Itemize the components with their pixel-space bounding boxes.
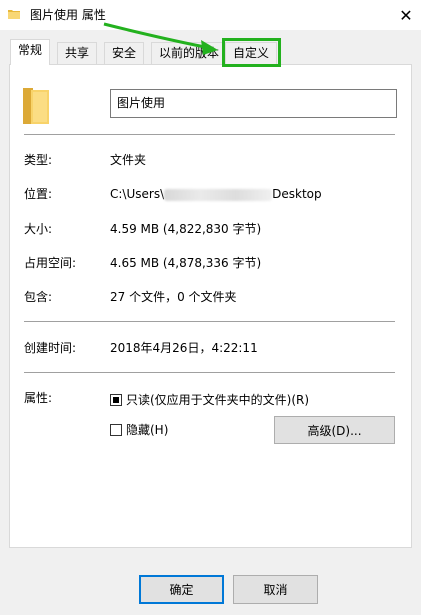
hidden-checkbox[interactable] [110,424,122,436]
readonly-label[interactable]: 只读(仅应用于文件夹中的文件)(R) [126,393,309,407]
tab-security[interactable]: 安全 [104,42,145,64]
folder-large-icon [23,88,49,124]
location-label: 位置: [24,187,53,201]
location-suffix: Desktop [272,187,322,201]
created-label: 创建时间: [24,341,77,355]
tab-general[interactable]: 常规 [10,39,51,65]
disk-size-label: 占用空间: [24,256,77,270]
created-value: 2018年4月26日，4:22:11 [110,341,258,355]
contains-value: 27 个文件，0 个文件夹 [110,290,237,304]
size-label: 大小: [24,222,53,236]
location-prefix: C:\Users\ [110,187,165,201]
ok-button[interactable]: 确定 [139,575,224,604]
customize-tab-highlight [222,38,281,67]
separator [24,372,395,373]
readonly-checkbox[interactable] [110,394,122,406]
close-icon: ✕ [399,5,413,25]
separator [24,134,395,135]
size-value: 4.59 MB (4,822,830 字节) [110,222,262,236]
folder-name-input[interactable]: 图片使用 [110,89,397,118]
disk-size-value: 4.65 MB (4,878,336 字节) [110,256,262,270]
cancel-button[interactable]: 取消 [233,575,318,604]
hidden-label[interactable]: 隐藏(H) [126,423,168,437]
advanced-button[interactable]: 高级(D)... [274,416,395,444]
tab-sharing[interactable]: 共享 [57,42,98,64]
close-button[interactable]: ✕ [391,0,421,30]
redacted-username [164,188,273,201]
tab-previous-versions[interactable]: 以前的版本 [151,42,228,64]
title-bar: 图片使用 属性 ✕ [0,0,421,30]
type-value: 文件夹 [110,153,147,167]
separator [24,321,395,322]
type-label: 类型: [24,153,53,167]
general-panel [9,64,412,548]
attributes-label: 属性: [24,391,53,405]
folder-icon [8,10,20,19]
location-value: C:\Users\ Desktop [110,187,322,201]
window-title: 图片使用 属性 [30,8,106,22]
contains-label: 包含: [24,290,53,304]
